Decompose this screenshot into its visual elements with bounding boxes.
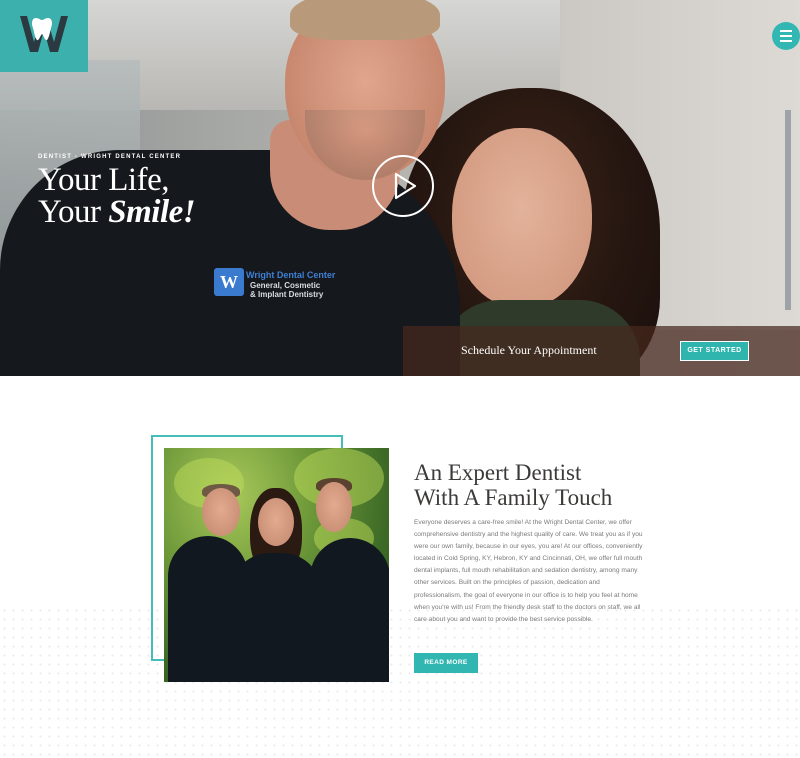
schedule-appointment-bar: Schedule Your Appointment GET STARTED xyxy=(403,326,800,376)
photo-person-left-head xyxy=(202,488,240,536)
about-title: An Expert Dentist With A Family Touch xyxy=(414,460,612,510)
hero-title: Your Life, Your Smile! xyxy=(38,162,196,230)
about-section: An Expert Dentist With A Family Touch Ev… xyxy=(0,376,800,758)
scrubs-logo-tagline-1: General, Cosmetic xyxy=(250,281,321,290)
hero-title-line2: Your Smile! xyxy=(38,194,196,230)
wright-dental-w-tooth-logo-icon xyxy=(20,16,68,52)
hamburger-menu-button[interactable] xyxy=(772,22,800,50)
about-body-text: Everyone deserves a care-free smile! At … xyxy=(414,519,643,623)
dot-pattern-background xyxy=(0,606,800,758)
play-icon xyxy=(394,172,417,200)
hero-background-handle xyxy=(785,110,791,310)
hero-photo-woman-face xyxy=(452,128,592,308)
scrubs-logo-patch: W Wright Dental Center General, Cosmetic… xyxy=(214,268,335,308)
hamburger-icon-bar xyxy=(780,35,792,37)
get-started-button[interactable]: GET STARTED xyxy=(680,341,749,361)
about-title-line2: With A Family Touch xyxy=(414,485,613,510)
photo-person-right-head xyxy=(316,482,352,532)
hero-title-line1: Your Life, xyxy=(38,162,169,198)
team-photo xyxy=(164,448,389,682)
site-logo[interactable] xyxy=(0,0,88,72)
read-more-button[interactable]: READ MORE xyxy=(414,653,478,673)
photo-person-center-head xyxy=(258,498,294,546)
hero-photo-man-hair xyxy=(290,0,440,40)
hero-eyebrow: Dentist - Wright Dental Center xyxy=(38,154,182,160)
scrubs-logo-tagline-2: & Implant Dentistry xyxy=(250,290,324,299)
scrubs-logo-name: Wright Dental Center xyxy=(246,270,336,280)
photo-person-center-body xyxy=(230,553,322,682)
hamburger-icon-bar xyxy=(780,40,792,42)
hero-section: W Wright Dental Center General, Cosmetic… xyxy=(0,0,800,376)
schedule-appointment-label: Schedule Your Appointment xyxy=(461,343,597,357)
play-video-button[interactable] xyxy=(372,155,434,217)
scrubs-logo-tagline: General, Cosmetic & Implant Dentistry xyxy=(250,281,323,299)
hero-title-line2-prefix: Your xyxy=(38,194,109,230)
hamburger-icon-bar xyxy=(780,30,792,32)
about-title-line1: An Expert Dentist xyxy=(414,460,582,485)
scrubs-logo-mark: W xyxy=(214,268,244,296)
hero-title-line2-emphasis: Smile! xyxy=(108,194,196,230)
